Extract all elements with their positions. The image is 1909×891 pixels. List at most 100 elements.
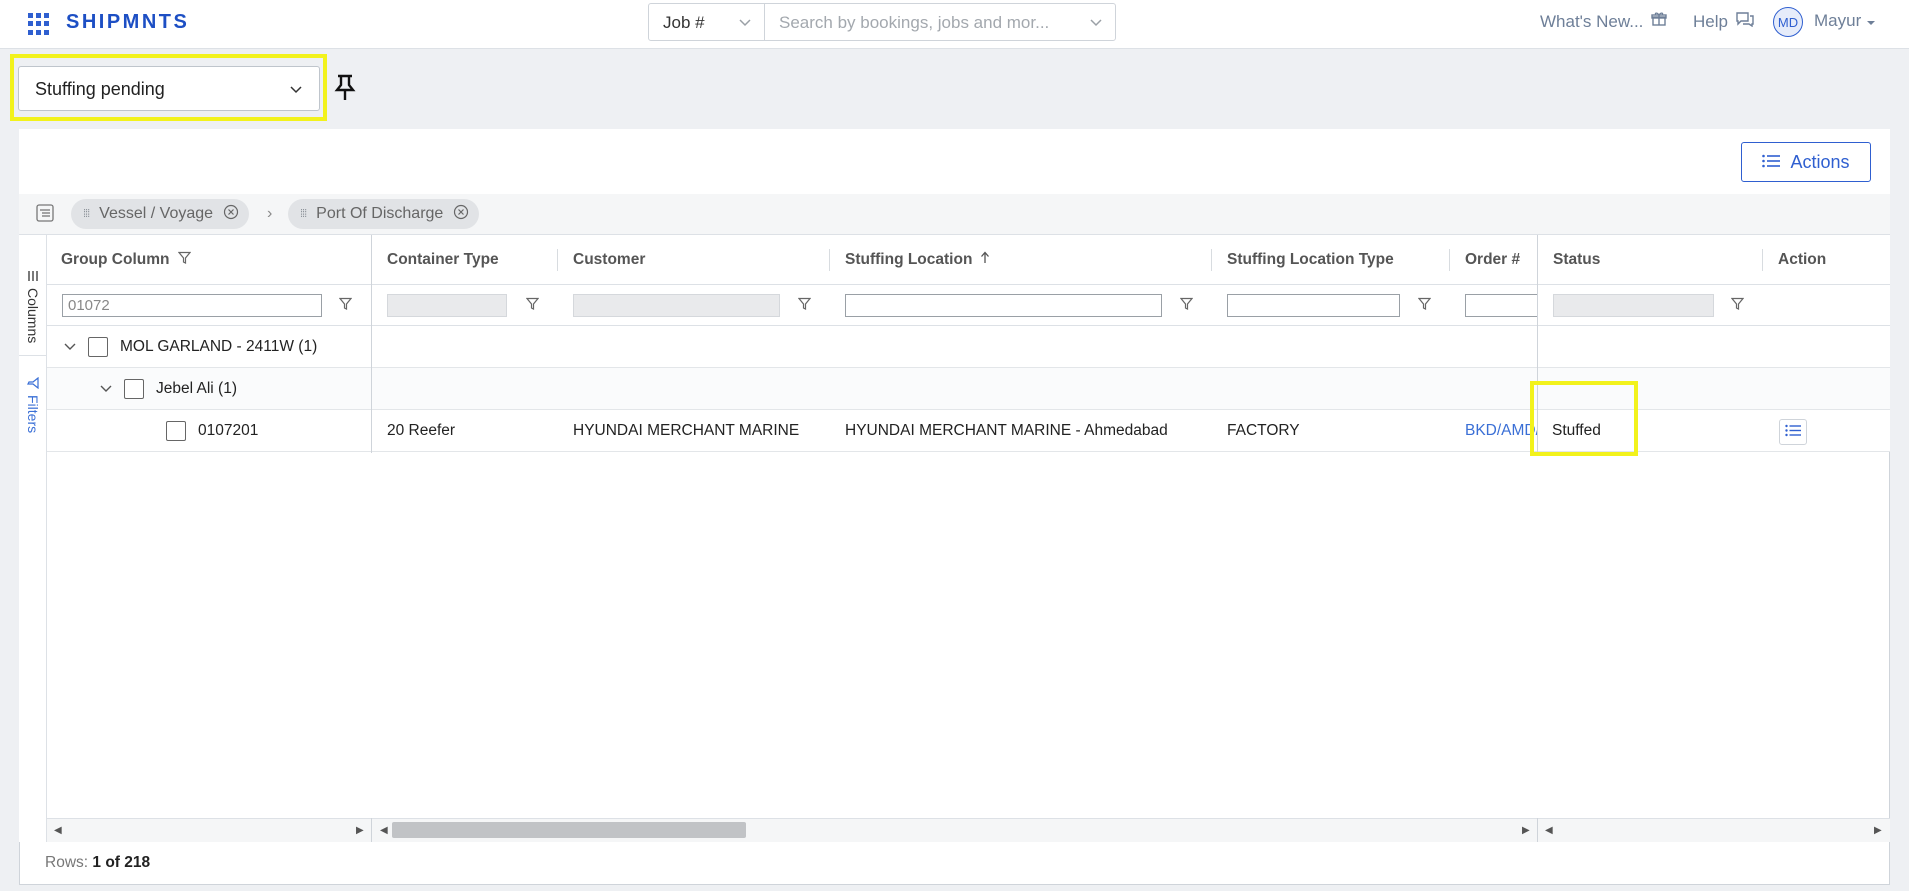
stuffing-location-cell: HYUNDAI MERCHANT MARINE - Ahmedabad xyxy=(845,422,1168,439)
actions-button[interactable]: Actions xyxy=(1741,142,1871,182)
user-menu[interactable]: Mayur xyxy=(1814,11,1876,31)
global-search-input[interactable]: Search by bookings, jobs and mor... xyxy=(764,3,1116,41)
list-icon xyxy=(1785,424,1801,441)
filters-tab-label: Filters xyxy=(25,395,41,434)
row-checkbox[interactable] xyxy=(88,337,108,357)
column-header-label: Group Column xyxy=(61,251,170,268)
scroll-left-icon[interactable]: ◀ xyxy=(1545,825,1553,836)
column-header-stuffing-location[interactable]: Stuffing Location xyxy=(831,235,990,285)
chevron-down-icon[interactable] xyxy=(64,338,76,356)
column-header-customer[interactable]: Customer xyxy=(559,235,645,285)
group-chip-label: Vessel / Voyage xyxy=(99,205,214,222)
brand-logo[interactable]: SHIPMNTS xyxy=(66,11,189,34)
remove-chip-icon[interactable] xyxy=(223,204,239,225)
stuffing-location-type-filter-input[interactable] xyxy=(1227,294,1400,317)
column-divider[interactable] xyxy=(1762,249,1763,271)
group-panel-icon xyxy=(36,204,54,226)
filter-icon[interactable] xyxy=(1730,297,1745,314)
order-link[interactable]: BKD/AMD/ xyxy=(1465,410,1537,452)
column-header-stuffing-location-type[interactable]: Stuffing Location Type xyxy=(1213,235,1394,285)
caret-down-icon xyxy=(1867,11,1876,31)
view-select[interactable]: Stuffing pending xyxy=(18,66,320,111)
stuffing-location-filter-input[interactable] xyxy=(845,294,1162,317)
column-divider[interactable] xyxy=(1211,249,1212,271)
chat-icon xyxy=(1736,11,1754,32)
column-divider[interactable] xyxy=(829,249,830,271)
filter-icon xyxy=(25,376,41,390)
column-header-label: Order # xyxy=(1465,251,1521,268)
filter-icon[interactable] xyxy=(1417,297,1432,314)
group-chip-label: Port Of Discharge xyxy=(316,205,444,222)
filter-icon[interactable] xyxy=(797,297,812,314)
group-column-filter-input[interactable] xyxy=(62,294,322,317)
drag-handle-icon[interactable]: ⁞⁞⁞ xyxy=(300,208,307,220)
filter-icon[interactable] xyxy=(1179,297,1194,314)
sort-ascending-icon[interactable] xyxy=(980,251,990,269)
actions-label: Actions xyxy=(1790,151,1850,172)
search-type-value: Job # xyxy=(663,13,705,32)
search-placeholder: Search by bookings, jobs and mor... xyxy=(779,13,1050,32)
order-filter-input[interactable] xyxy=(1465,294,1537,317)
scrollbar-thumb[interactable] xyxy=(392,822,746,838)
row-actions-button[interactable] xyxy=(1779,419,1807,445)
filter-icon[interactable] xyxy=(338,297,353,314)
scroll-right-icon[interactable]: ▶ xyxy=(356,825,364,836)
filter-icon[interactable] xyxy=(525,297,540,314)
avatar[interactable]: MD xyxy=(1773,7,1803,37)
column-header-container-type[interactable]: Container Type xyxy=(373,235,499,285)
filter-icon[interactable] xyxy=(177,251,191,269)
user-name-label: Mayur xyxy=(1814,11,1862,30)
rows-count-label: Rows: xyxy=(45,854,89,871)
whats-new-link[interactable]: What's New... xyxy=(1540,11,1668,32)
column-header-action[interactable]: Action xyxy=(1764,235,1826,285)
rows-count: Rows: 1 of 218 xyxy=(45,854,150,872)
help-link[interactable]: Help xyxy=(1693,11,1754,32)
group-chip-vessel-voyage[interactable]: ⁞⁞⁞ Vessel / Voyage xyxy=(71,199,250,229)
table-row-group[interactable] xyxy=(47,326,1890,368)
pin-icon[interactable] xyxy=(334,74,356,106)
container-id-cell[interactable]: 0107201 xyxy=(166,410,258,452)
column-divider[interactable] xyxy=(1449,249,1450,271)
scroll-right-icon[interactable]: ▶ xyxy=(1874,825,1882,836)
column-header-group-column[interactable]: Group Column xyxy=(47,235,191,285)
chevron-down-icon xyxy=(289,83,303,97)
help-label: Help xyxy=(1693,11,1728,31)
row-checkbox[interactable] xyxy=(124,379,144,399)
columns-tab-label: Columns xyxy=(25,288,41,344)
customer-filter-input[interactable] xyxy=(573,294,780,317)
status-filter-input[interactable] xyxy=(1553,294,1714,317)
view-select-value: Stuffing pending xyxy=(35,79,165,99)
search-type-select[interactable]: Job # xyxy=(648,3,765,41)
scroll-left-icon[interactable]: ◀ xyxy=(380,825,388,836)
container-type-cell: 20 Reefer xyxy=(387,422,456,439)
app-grid-icon[interactable] xyxy=(28,13,50,35)
chevron-down-icon[interactable] xyxy=(100,380,112,398)
scroll-right-icon[interactable]: ▶ xyxy=(1522,825,1530,836)
scroll-left-icon[interactable]: ◀ xyxy=(54,825,62,836)
container-id: 0107201 xyxy=(198,422,259,439)
chevron-down-icon xyxy=(1089,15,1103,29)
stuffing-location-type-cell: FACTORY xyxy=(1227,422,1300,439)
columns-icon xyxy=(25,270,41,282)
column-header-label: Action xyxy=(1778,251,1827,268)
columns-tab[interactable]: Columns xyxy=(19,266,47,356)
status-highlight xyxy=(1530,381,1638,456)
row-checkbox[interactable] xyxy=(166,421,186,441)
remove-chip-icon[interactable] xyxy=(453,204,469,225)
list-icon xyxy=(1762,152,1781,173)
pinned-column-separator xyxy=(371,235,372,453)
column-header-label: Status xyxy=(1553,251,1601,268)
column-divider[interactable] xyxy=(557,249,558,271)
column-header-status[interactable]: Status xyxy=(1539,235,1600,285)
pinned-column-separator xyxy=(1537,818,1538,842)
container-type-filter-input[interactable] xyxy=(387,294,507,317)
group-row-port[interactable]: Jebel Ali (1) xyxy=(100,368,237,410)
rows-count-value: 1 of 218 xyxy=(92,854,151,871)
group-chip-port-of-discharge[interactable]: ⁞⁞⁞ Port Of Discharge xyxy=(288,199,480,229)
drag-handle-icon[interactable]: ⁞⁞⁞ xyxy=(83,208,90,220)
column-header-order[interactable]: Order # xyxy=(1451,235,1520,285)
group-row-vessel[interactable]: MOL GARLAND - 2411W (1) xyxy=(64,326,317,368)
horizontal-scrollbar[interactable] xyxy=(47,818,1890,842)
filters-tab[interactable]: Filters xyxy=(19,373,47,453)
pinned-column-separator xyxy=(371,818,372,842)
